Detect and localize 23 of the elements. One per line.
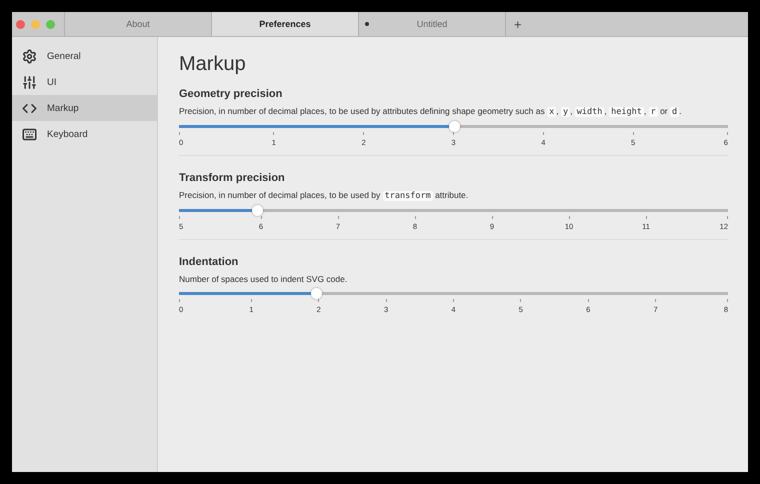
settings-icon	[22, 48, 37, 64]
page-title: Markup	[179, 53, 247, 76]
zoom-button[interactable]	[46, 20, 55, 28]
section-description: Precision, in number of decimal places, to be used by attributes defining shape geometry such as x , y , width , height , r or d .	[179, 106, 682, 117]
section-description: Number of spaces used to indent SVG code.	[179, 274, 348, 284]
section-description: Precision, in number of decimal places, to be used by transform attribute.	[179, 190, 470, 201]
modified-dot-icon	[365, 22, 369, 26]
new-tab-button[interactable]: +	[505, 12, 530, 36]
sliders-icon	[22, 74, 37, 90]
section-heading: Transform precision	[179, 172, 286, 184]
section-heading: Indentation	[179, 256, 240, 268]
close-button[interactable]	[16, 20, 25, 28]
tab[interactable]: Preferences	[211, 12, 358, 36]
keyboard-icon	[22, 126, 37, 142]
sidebar-item[interactable]: UI	[12, 69, 157, 95]
sidebar-item[interactable]: Keyboard	[12, 121, 157, 147]
slider-thumb[interactable]	[311, 288, 322, 299]
sidebar-item[interactable]: General	[12, 43, 157, 69]
section-heading: Geometry precision	[179, 88, 284, 100]
slider-thumb[interactable]	[448, 121, 460, 132]
slider-thumb[interactable]	[252, 205, 264, 216]
sidebar-item[interactable]: Markup	[12, 95, 157, 121]
minimize-button[interactable]	[31, 20, 40, 28]
